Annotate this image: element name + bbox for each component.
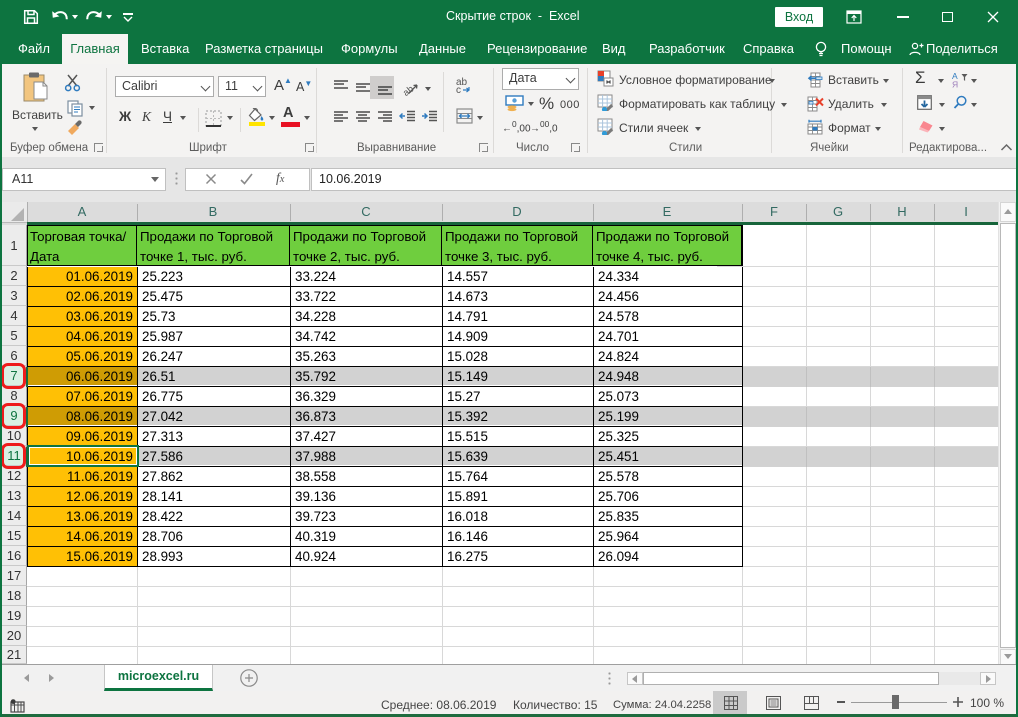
svg-text:Я: Я	[952, 80, 958, 89]
svg-text:c: c	[456, 85, 461, 94]
